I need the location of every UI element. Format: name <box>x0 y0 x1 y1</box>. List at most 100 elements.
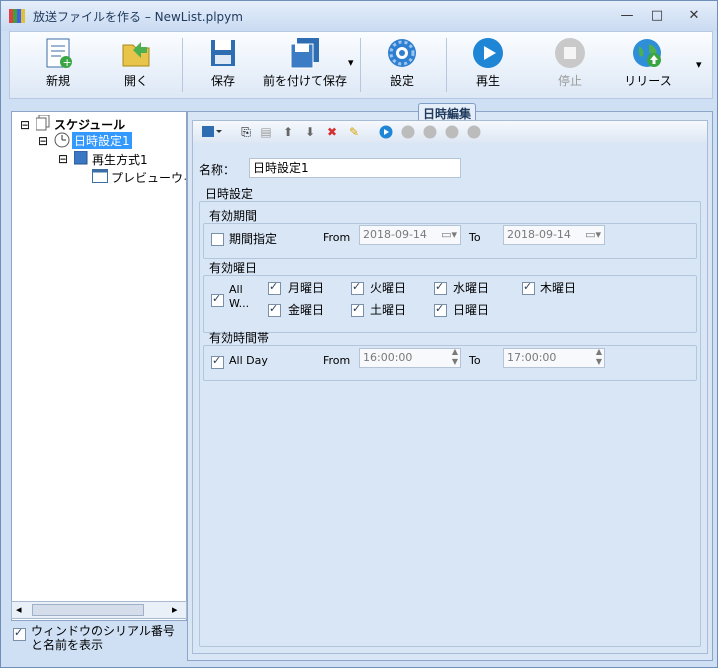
period-from-picker[interactable]: 2018-09-14 ▭▾ <box>359 225 461 245</box>
minimize-button[interactable]: — <box>614 6 640 26</box>
pause-icon[interactable] <box>445 125 459 139</box>
spinner-arrows-icon[interactable]: ▲ ▼ <box>452 347 458 367</box>
maximize-button[interactable]: □ <box>644 6 670 26</box>
sunday-label: 日曜日 <box>453 303 490 317</box>
period-checkbox[interactable] <box>211 232 224 246</box>
tree-expander-icon[interactable]: ⊟ <box>58 152 68 166</box>
thursday-label: 木曜日 <box>540 281 577 295</box>
play-icon <box>471 36 505 70</box>
play-small-icon[interactable] <box>379 125 393 139</box>
name-input[interactable]: 日時設定1 <box>249 158 461 178</box>
toolbar-separator <box>360 38 361 92</box>
save-button[interactable]: 保存 <box>195 32 251 96</box>
period-to-picker[interactable]: 2018-09-14 ▭▾ <box>503 225 605 245</box>
save-icon <box>206 36 240 70</box>
scroll-thumb[interactable] <box>32 604 144 616</box>
name-label: 名称： <box>199 163 236 177</box>
move-down-icon[interactable]: ⬇ <box>303 125 317 139</box>
calendar-icon[interactable]: ▭▾ <box>441 226 457 244</box>
serial-label: ウィンドウのシリアル番号と名前を表示 <box>31 624 175 652</box>
monday-label: 月曜日 <box>288 281 325 295</box>
play-button[interactable]: 再生 <box>460 32 516 96</box>
tree-horizontal-scrollbar[interactable]: ◂ ▸ <box>11 601 187 619</box>
stop-label: 停止 <box>557 74 582 88</box>
scroll-right-icon[interactable]: ▸ <box>172 603 178 616</box>
tree-expander-icon[interactable]: ⊟ <box>20 118 30 132</box>
toolbar-overflow-icon[interactable]: ▾ <box>696 58 702 71</box>
period-check-label: 期間指定 <box>229 232 278 246</box>
friday-label: 金曜日 <box>288 303 325 317</box>
stop-small-icon[interactable] <box>467 125 481 139</box>
window-icon <box>92 169 108 186</box>
prev-icon[interactable] <box>401 125 415 139</box>
saturday-checkbox[interactable] <box>351 302 364 317</box>
move-up-icon[interactable]: ⬆ <box>281 125 295 139</box>
calendar-icon[interactable]: ▭▾ <box>585 226 601 244</box>
new-button[interactable]: + 新規 <box>30 32 86 96</box>
tuesday-label: 火曜日 <box>370 281 407 295</box>
all-day-checkbox[interactable] <box>211 354 224 369</box>
play-label: 再生 <box>475 74 500 88</box>
time-from-value: 16:00:00 <box>363 351 413 364</box>
tree-item-date-setting[interactable]: 日時設定1 <box>72 132 132 149</box>
clock-icon <box>54 132 70 151</box>
date-settings-group <box>199 201 701 647</box>
time-to-label: To <box>469 354 481 367</box>
time-to-value: 17:00:00 <box>507 351 557 364</box>
open-label: 開く <box>123 74 148 88</box>
date-settings-group-label: 日時設定 <box>205 187 254 201</box>
save-label: 保存 <box>210 74 235 88</box>
new-file-icon: + <box>41 36 75 70</box>
friday-checkbox[interactable] <box>268 302 281 317</box>
release-button[interactable]: リリース <box>620 32 676 96</box>
period-group-label: 有効期間 <box>209 209 258 223</box>
time-from-label: From <box>323 354 351 367</box>
save-as-icon <box>288 36 322 70</box>
tree-item-preview[interactable]: プレビューウィ <box>111 169 186 186</box>
view-menu-icon[interactable] <box>201 125 223 139</box>
time-to-spinner[interactable]: 17:00:00 ▲ ▼ <box>503 347 605 368</box>
editor-toolbar: ⎘ ▤ ⬆ ⬇ ✖ ✎ <box>193 121 707 143</box>
delete-icon[interactable]: ✖ <box>325 125 339 139</box>
save-as-dropdown-icon[interactable]: ▾ <box>348 56 354 69</box>
save-as-label: 前を付けて保存 <box>262 74 347 88</box>
tree-item-playback[interactable]: 再生方式1 <box>92 151 148 168</box>
toolbar-separator <box>446 38 447 92</box>
wednesday-checkbox[interactable] <box>434 280 447 295</box>
app-window: 放送ファイルを作る – NewList.plpym — □ ✕ + 新規 開く … <box>0 0 718 668</box>
time-from-spinner[interactable]: 16:00:00 ▲ ▼ <box>359 347 461 368</box>
period-from-label: From <box>323 231 351 244</box>
saturday-label: 土曜日 <box>370 303 407 317</box>
all-week-label: All W... <box>229 283 250 310</box>
spinner-arrows-icon[interactable]: ▲ ▼ <box>596 347 602 367</box>
svg-text:+: + <box>63 56 72 69</box>
next-icon[interactable] <box>423 125 437 139</box>
time-group-label: 有効時間帯 <box>209 331 270 345</box>
new-label: 新規 <box>45 74 70 88</box>
gear-icon <box>385 36 419 70</box>
stop-button[interactable]: 停止 <box>542 32 598 96</box>
title-bar: 放送ファイルを作る – NewList.plpym — □ ✕ <box>1 1 717 31</box>
close-button[interactable]: ✕ <box>681 6 707 26</box>
tuesday-checkbox[interactable] <box>351 280 364 295</box>
sunday-checkbox[interactable] <box>434 302 447 317</box>
schedule-tree-panel: ⊟ スケジュール ⊟ 日時設定1 ⊟ 再生方式1 プレビューウィ <box>11 111 187 621</box>
open-button[interactable]: 開く <box>108 32 164 96</box>
serial-checkbox[interactable] <box>13 626 26 641</box>
settings-button[interactable]: 設定 <box>374 32 430 96</box>
playback-icon <box>73 150 88 168</box>
thursday-checkbox[interactable] <box>522 280 535 295</box>
globe-upload-icon <box>631 36 665 70</box>
editor-area: ⎘ ▤ ⬆ ⬇ ✖ ✎ 名称： 日時設定1 日時設定 有効期間 期間指定 Fro… <box>192 120 708 654</box>
tree-expander-icon[interactable]: ⊟ <box>38 134 48 148</box>
scroll-left-icon[interactable]: ◂ <box>16 603 22 616</box>
all-day-label: All Day <box>229 354 268 367</box>
clear-icon[interactable]: ✎ <box>347 125 361 139</box>
monday-checkbox[interactable] <box>268 280 281 295</box>
tree-item-schedule[interactable]: スケジュール <box>54 116 125 133</box>
date-edit-panel: 日時編集 ⎘ ▤ ⬆ ⬇ ✖ ✎ 名称： 日時設定1 日時設定 有効期間 期間指… <box>187 103 713 661</box>
all-week-checkbox[interactable] <box>211 292 224 307</box>
save-as-button[interactable]: 前を付けて保存 <box>262 32 348 96</box>
paste-icon[interactable]: ▤ <box>259 125 273 139</box>
copy-icon[interactable]: ⎘ <box>239 125 253 139</box>
